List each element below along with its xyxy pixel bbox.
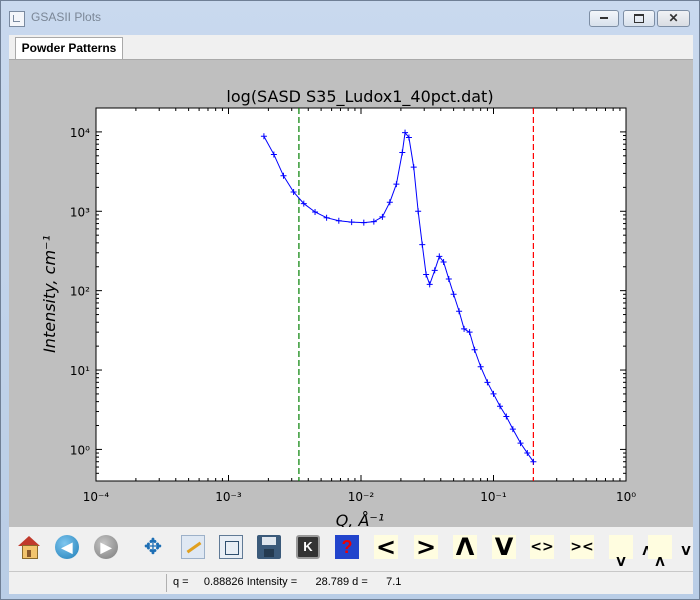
forward-icon: ▶ <box>100 539 112 555</box>
home-icon-door <box>27 550 31 557</box>
back-icon: ◀ <box>61 539 73 555</box>
expand-button[interactable]: <> <box>530 535 554 559</box>
pan-icon: ✥ <box>143 534 163 559</box>
y-tick-label: 10⁴ <box>70 126 90 140</box>
vexpand-button[interactable]: Λ V <box>609 535 652 568</box>
vshrink-button[interactable]: V Λ <box>648 535 691 568</box>
close-icon: ✕ <box>668 11 679 25</box>
down-icon: V <box>494 533 514 561</box>
left-icon: < <box>375 533 397 561</box>
window: GSASII Plots ✕ Powder Patterns log(SASD … <box>0 0 700 600</box>
tab-powder-patterns[interactable]: Powder Patterns <box>15 37 123 59</box>
help-button[interactable]: ? <box>335 535 359 559</box>
status-bar: q = 0.88826 Intensity = 28.789 d = 7.1 <box>9 571 693 594</box>
y-tick-label: 10⁰ <box>70 443 90 457</box>
app-icon <box>9 11 25 27</box>
shrink-icon: >< <box>570 539 594 555</box>
x-tick-label: 10⁰ <box>616 490 636 504</box>
client-area: Powder Patterns log(SASD S35_Ludox1_40pc… <box>9 35 693 594</box>
save-button[interactable] <box>257 535 281 559</box>
up-button[interactable]: Λ <box>453 535 477 559</box>
left-button[interactable]: < <box>374 535 398 559</box>
home-button[interactable] <box>17 535 41 559</box>
x-tick-label: 10⁻² <box>348 490 375 504</box>
y-tick-label: 10² <box>70 285 90 299</box>
window-title: GSASII Plots <box>31 10 102 24</box>
y-tick-label: 10¹ <box>70 364 90 378</box>
up-icon: Λ <box>455 533 475 561</box>
maximize-icon <box>634 13 644 23</box>
chart-title: log(SASD S35_Ludox1_40pct.dat) <box>226 87 493 107</box>
edit-button[interactable] <box>181 535 205 559</box>
expand-icon: <> <box>530 539 554 555</box>
close-button[interactable]: ✕ <box>657 10 690 27</box>
down-button[interactable]: V <box>492 535 516 559</box>
vexpand-icon: Λ V <box>616 545 651 569</box>
tab-strip: Powder Patterns <box>9 35 693 60</box>
right-button[interactable]: > <box>414 535 438 559</box>
shrink-button[interactable]: >< <box>570 535 594 559</box>
title-bar: GSASII Plots ✕ <box>1 1 699 35</box>
plot-toolbar: ◀ ▶ ✥ K ? < > Λ V <> >< V V Λ <box>9 527 693 568</box>
back-button[interactable]: ◀ <box>55 535 79 559</box>
vshrink-icon: V Λ <box>655 544 691 569</box>
plot-area <box>95 107 627 482</box>
maximize-button[interactable] <box>623 10 655 27</box>
y-tick-label: 10³ <box>70 205 90 219</box>
right-icon: > <box>415 533 437 561</box>
x-tick-label: 10⁻¹ <box>480 490 507 504</box>
minimize-icon <box>600 17 608 20</box>
forward-button[interactable]: ▶ <box>94 535 118 559</box>
y-axis-label: Intensity, cm⁻¹ <box>40 235 59 353</box>
status-separator <box>166 574 167 592</box>
pan-button[interactable]: ✥ <box>141 535 165 559</box>
x-tick-label: 10⁻³ <box>215 490 242 504</box>
plot-canvas[interactable]: log(SASD S35_Ludox1_40pct.dat) 10⁻⁴ 10⁻³ 1… <box>9 60 693 527</box>
x-axis-label: Q, Å⁻¹ <box>336 511 385 527</box>
x-tick-label: 10⁻⁴ <box>83 490 110 504</box>
subplots-button[interactable] <box>219 535 243 559</box>
key-icon: K <box>303 539 313 554</box>
status-readout: q = 0.88826 Intensity = 28.789 d = 7.1 <box>173 576 402 588</box>
help-icon: ? <box>341 537 353 557</box>
chart[interactable]: log(SASD S35_Ludox1_40pct.dat) 10⁻⁴ 10⁻³ 1… <box>9 60 693 527</box>
minimize-button[interactable] <box>589 10 619 27</box>
key-button[interactable]: K <box>296 535 320 559</box>
